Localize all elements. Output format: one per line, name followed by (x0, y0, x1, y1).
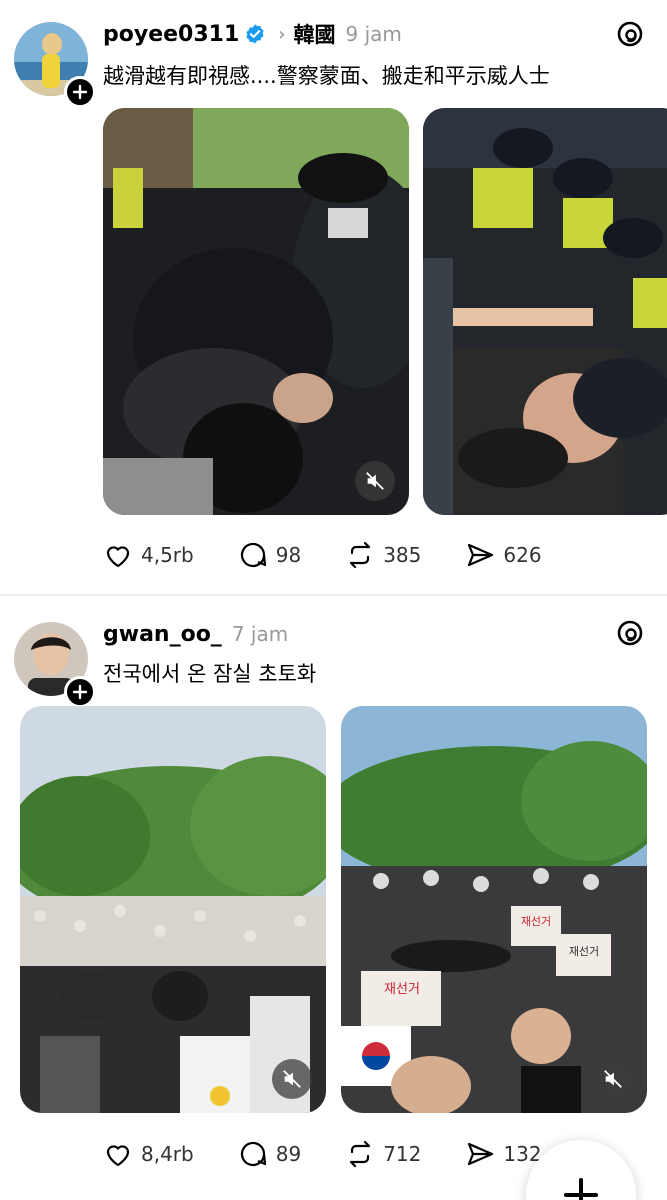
threads-logo-icon[interactable] (615, 618, 645, 648)
heart-icon (106, 1145, 130, 1167)
crowd-rally-image (20, 706, 326, 1113)
comment-bubble-icon (240, 542, 266, 568)
speaker-muted-icon (366, 472, 384, 490)
like-button[interactable]: 8,4rb (103, 1139, 194, 1169)
mute-button[interactable] (272, 1059, 312, 1099)
share-button[interactable]: 132 (465, 1139, 542, 1169)
follow-button[interactable] (64, 76, 96, 108)
repost-button[interactable]: 385 (345, 540, 421, 570)
share-count: 626 (503, 543, 542, 567)
repost-count: 712 (383, 1142, 422, 1166)
post-time: 7 jam (231, 622, 289, 646)
verified-badge-icon (246, 24, 264, 44)
video-thumbnail[interactable] (20, 706, 326, 1113)
thread-post: poyee0311 › 韓國 9 jam 越滑越有即視感....警察蒙面、搬走和… (0, 0, 667, 594)
speaker-muted-icon (604, 1070, 622, 1088)
repost-count: 385 (383, 543, 422, 567)
image-thumbnail[interactable] (423, 108, 667, 515)
reply-button[interactable]: 98 (238, 540, 301, 570)
police-line-image (423, 108, 667, 515)
threads-logo-icon[interactable] (615, 19, 645, 49)
paper-plane-icon (468, 543, 494, 567)
post-body: 전국에서 온 잠실 초토화 (103, 662, 317, 686)
placard-text: 재선거 (384, 982, 420, 997)
repost-icon (350, 1140, 371, 1168)
post-header: poyee0311 › 韓國 9 jam (103, 19, 402, 49)
heart-icon (106, 546, 130, 568)
reply-count: 89 (275, 1142, 302, 1166)
placard-text: 재선거 (520, 915, 552, 928)
comment-bubble-icon (240, 1141, 266, 1167)
post-header: gwan_oo_ 7 jam (103, 619, 288, 649)
plus-icon (72, 684, 88, 700)
like-button[interactable]: 4,5rb (103, 540, 194, 570)
thread-post: gwan_oo_ 7 jam 전국에서 온 잠실 초토화 재선거 재선거 재선거… (0, 596, 667, 1200)
chevron-right-icon: › (278, 23, 286, 45)
reply-button[interactable]: 89 (238, 1139, 301, 1169)
mute-button[interactable] (355, 461, 395, 501)
speaker-muted-icon (283, 1070, 301, 1088)
post-body: 越滑越有即視感....警察蒙面、搬走和平示威人士 (103, 64, 550, 88)
post-actions: 4,5rb 98 385 626 (103, 538, 586, 572)
plus-icon (564, 1178, 598, 1200)
post-time: 9 jam (345, 22, 402, 46)
post-actions: 8,4rb 89 712 132 (103, 1137, 586, 1171)
like-count: 4,5rb (141, 543, 194, 567)
placard-text: 재선거 (568, 945, 600, 958)
paper-plane-icon (468, 1142, 494, 1166)
repost-button[interactable]: 712 (345, 1139, 421, 1169)
follow-button[interactable] (64, 676, 96, 708)
author-avatar[interactable] (14, 22, 96, 108)
region-tag[interactable]: 韓國 (293, 19, 335, 49)
plus-icon (72, 84, 88, 100)
share-button[interactable]: 626 (465, 540, 542, 570)
repost-icon (350, 541, 371, 569)
police-scuffle-image (103, 108, 409, 515)
username[interactable]: poyee0311 (103, 22, 239, 47)
mute-button[interactable] (593, 1059, 633, 1099)
username[interactable]: gwan_oo_ (103, 622, 222, 647)
reply-count: 98 (275, 543, 302, 567)
protest-signs-image (341, 706, 647, 1113)
video-thumbnail[interactable]: 재선거 재선거 재선거 (341, 706, 647, 1113)
like-count: 8,4rb (141, 1142, 194, 1166)
video-thumbnail[interactable] (103, 108, 409, 515)
author-avatar[interactable] (14, 622, 96, 708)
